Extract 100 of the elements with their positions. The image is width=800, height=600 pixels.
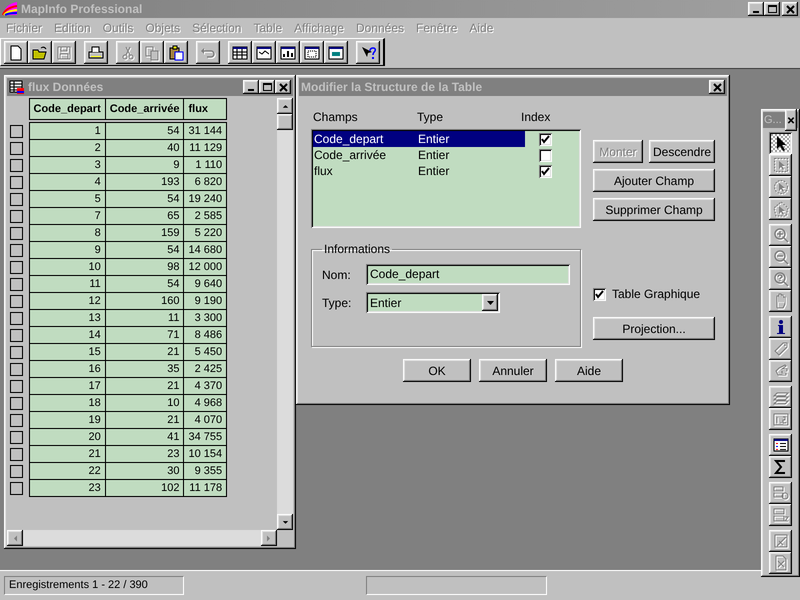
row-select-box[interactable]	[10, 414, 23, 426]
graph-button[interactable]	[276, 41, 300, 64]
close-button[interactable]	[275, 80, 291, 94]
vertical-scrollbar[interactable]	[277, 98, 293, 530]
close-button[interactable]	[784, 109, 797, 131]
field-row[interactable]: flux Entier	[313, 163, 525, 179]
copy-button[interactable]	[140, 41, 164, 64]
table-cell: 9 190	[184, 292, 227, 310]
dialog-button[interactable]: OK	[403, 359, 471, 382]
table-cell: 21	[105, 412, 184, 428]
name-field[interactable]: Code_depart	[366, 264, 570, 285]
help-button[interactable]	[356, 41, 380, 64]
new-button[interactable]	[4, 41, 28, 64]
table-cell: 54	[105, 242, 184, 258]
table-cell: 21	[105, 344, 184, 360]
sum-tool-button[interactable]	[769, 456, 792, 478]
row-select-box[interactable]	[10, 124, 23, 138]
map-button[interactable]	[252, 41, 276, 64]
minimize-button[interactable]	[243, 80, 259, 94]
layout-button[interactable]	[300, 41, 324, 64]
table-cell: 11	[105, 310, 184, 326]
undo-button[interactable]	[196, 41, 220, 64]
horizontal-scrollbar[interactable]	[7, 530, 277, 546]
row-select-box[interactable]	[10, 176, 23, 188]
select-tool-button[interactable]	[769, 132, 792, 154]
browser-button[interactable]	[228, 41, 252, 64]
row-select-box[interactable]	[10, 226, 23, 240]
column-header[interactable]: flux	[184, 98, 227, 120]
info-tool-button[interactable]	[769, 316, 792, 338]
field-name: flux	[314, 164, 334, 178]
print-button[interactable]	[84, 41, 108, 64]
scroll-thumb[interactable]	[277, 114, 293, 130]
cut-button[interactable]	[116, 41, 140, 64]
minimize-button[interactable]	[748, 2, 764, 16]
name-label: Nom:	[322, 268, 352, 282]
statistics-tool-button[interactable]	[769, 434, 792, 456]
index-checkbox[interactable]	[538, 164, 552, 178]
row-select-box[interactable]	[10, 260, 23, 274]
index-checkbox[interactable]	[538, 132, 552, 146]
close-button[interactable]	[709, 80, 725, 94]
row-select-box[interactable]	[10, 142, 23, 154]
row-select-box[interactable]	[10, 464, 23, 478]
scroll-down-button[interactable]	[277, 514, 293, 530]
field-type: Entier	[418, 164, 450, 178]
list-header: Champs	[313, 110, 359, 124]
column-header[interactable]: Code_arrivée	[105, 98, 184, 120]
dialog-button[interactable]: Annuler	[479, 359, 547, 382]
index-checkbox[interactable]	[538, 148, 552, 162]
dialog-button[interactable]: Ajouter Champ	[593, 169, 715, 192]
field-row[interactable]: Code_depart Entier	[313, 131, 525, 147]
checkmark-icon	[594, 288, 605, 300]
window-title: flux Données	[28, 80, 104, 94]
row-select-box[interactable]	[10, 294, 23, 308]
table-cell: 9 640	[184, 276, 227, 292]
scroll-right-button[interactable]	[261, 530, 277, 546]
row-select-box[interactable]	[10, 482, 23, 494]
row-select-box[interactable]	[10, 328, 23, 342]
row-select-box[interactable]	[10, 448, 23, 460]
scroll-up-button[interactable]	[277, 98, 293, 114]
row-select-box[interactable]	[10, 430, 23, 444]
projection-button[interactable]: Projection...	[593, 317, 715, 340]
row-select-box[interactable]	[10, 362, 23, 376]
checkmark-icon	[540, 166, 550, 176]
table-cell: 41	[105, 428, 184, 446]
row-select-box[interactable]	[10, 244, 23, 256]
table-cell: 35	[105, 360, 184, 378]
paste-button[interactable]	[164, 41, 188, 64]
table-cell: 31 144	[184, 122, 227, 140]
table-cell: 1	[29, 122, 106, 140]
maximize-button[interactable]	[259, 80, 275, 94]
row-select-box[interactable]	[10, 312, 23, 324]
field-type: Entier	[418, 132, 450, 146]
graphic-table-checkbox[interactable]	[593, 288, 606, 300]
row-select-box[interactable]	[10, 396, 23, 410]
dialog-button[interactable]: Descendre	[649, 140, 715, 163]
type-dropdown[interactable]: Entier	[366, 292, 500, 313]
open-button[interactable]	[28, 41, 52, 64]
table-cell: 9	[105, 156, 184, 174]
table-cell: 22	[29, 462, 106, 480]
row-select-box[interactable]	[10, 278, 23, 290]
row-select-box[interactable]	[10, 346, 23, 358]
row-select-box[interactable]	[10, 158, 23, 172]
minimize-icon	[753, 11, 759, 13]
table-cell: 6 820	[184, 174, 227, 190]
dialog-button[interactable]: Supprimer Champ	[593, 198, 715, 221]
row-select-box[interactable]	[10, 192, 23, 206]
maximize-button[interactable]	[764, 2, 780, 16]
list-header: Index	[521, 110, 552, 124]
field-row[interactable]: Code_arrivée Entier	[313, 147, 525, 163]
row-select-box[interactable]	[10, 380, 23, 392]
redistrict-button[interactable]	[324, 41, 348, 64]
column-header[interactable]: Code_depart	[29, 98, 106, 120]
table-cell: 102	[105, 480, 184, 496]
row-select-box[interactable]	[10, 210, 23, 222]
scroll-left-button[interactable]	[7, 530, 23, 546]
table-cell: 18	[29, 394, 106, 412]
table-cell: 1 110	[184, 156, 227, 174]
save-button[interactable]	[52, 41, 76, 64]
close-button[interactable]	[782, 2, 798, 16]
dialog-button[interactable]: Aide	[555, 359, 623, 382]
